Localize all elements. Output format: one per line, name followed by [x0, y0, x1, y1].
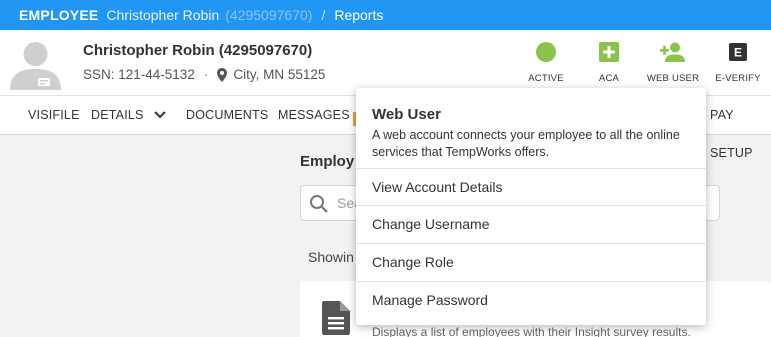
- person-add-icon: [641, 40, 705, 64]
- avatar-person-icon: [10, 42, 61, 90]
- popup-description: A web account connects your employee to …: [372, 128, 680, 159]
- employee-meta: SSN: 121-44-5132 · City, MN 55125: [83, 67, 325, 82]
- nav-details[interactable]: DETAILS: [91, 96, 166, 134]
- nav-pay-setup[interactable]: PAY SETUP: [710, 96, 771, 160]
- status-e-verify[interactable]: E E-VERIFY: [706, 40, 770, 84]
- status-active[interactable]: ACTIVE: [514, 40, 578, 84]
- active-status-dot-icon: [514, 40, 578, 64]
- status-aca-label: ACA: [598, 73, 620, 84]
- employee-header: Christopher Robin (4295097670) SSN: 121-…: [0, 30, 771, 95]
- employee-ssn: SSN: 121-44-5132: [83, 67, 195, 82]
- status-active-label: ACTIVE: [528, 73, 564, 84]
- status-e-verify-label: E-VERIFY: [715, 73, 761, 84]
- chevron-down-icon: [153, 111, 166, 119]
- breadcrumb: EMPLOYEE Christopher Robin (4295097670) …: [0, 0, 771, 30]
- breadcrumb-employee-id: (4295097670): [225, 7, 313, 23]
- location-pin-icon: [217, 67, 228, 82]
- breadcrumb-type[interactable]: EMPLOYEE: [19, 7, 98, 23]
- popup-title: Web User: [372, 106, 441, 123]
- change-username-item[interactable]: Change Username: [356, 205, 706, 243]
- breadcrumb-page: Reports: [334, 7, 384, 23]
- nav-details-label: DETAILS: [91, 108, 144, 122]
- status-web-user[interactable]: WEB USER: [641, 40, 705, 84]
- view-account-details-item[interactable]: View Account Details: [356, 168, 706, 206]
- report-description: Displays a list of employees with their …: [372, 325, 691, 337]
- results-count: Showin: [308, 249, 354, 265]
- nav-messages[interactable]: MESSAGES: [278, 96, 350, 134]
- status-web-user-label: WEB USER: [646, 73, 700, 84]
- web-user-popup: Web User A web account connects your emp…: [356, 88, 706, 325]
- breadcrumb-separator: /: [321, 7, 326, 23]
- nav-documents[interactable]: DOCUMENTS: [186, 96, 268, 134]
- avatar: [8, 38, 63, 90]
- change-role-item[interactable]: Change Role: [356, 243, 706, 281]
- nav-visifile[interactable]: VISIFILE: [28, 96, 80, 134]
- manage-password-item[interactable]: Manage Password: [356, 281, 706, 319]
- meta-separator: ·: [203, 67, 209, 82]
- breadcrumb-employee-name[interactable]: Christopher Robin: [106, 7, 219, 23]
- svg-text:E: E: [734, 46, 742, 60]
- document-icon: [322, 301, 350, 337]
- employee-name: Christopher Robin (4295097670): [83, 42, 313, 59]
- e-verify-badge-icon: E: [706, 40, 770, 64]
- status-aca[interactable]: ACA: [577, 40, 641, 84]
- search-icon: [309, 194, 329, 219]
- employee-location: City, MN 55125: [233, 67, 326, 82]
- plus-square-icon: [577, 40, 641, 64]
- page-title: Employ: [300, 153, 355, 170]
